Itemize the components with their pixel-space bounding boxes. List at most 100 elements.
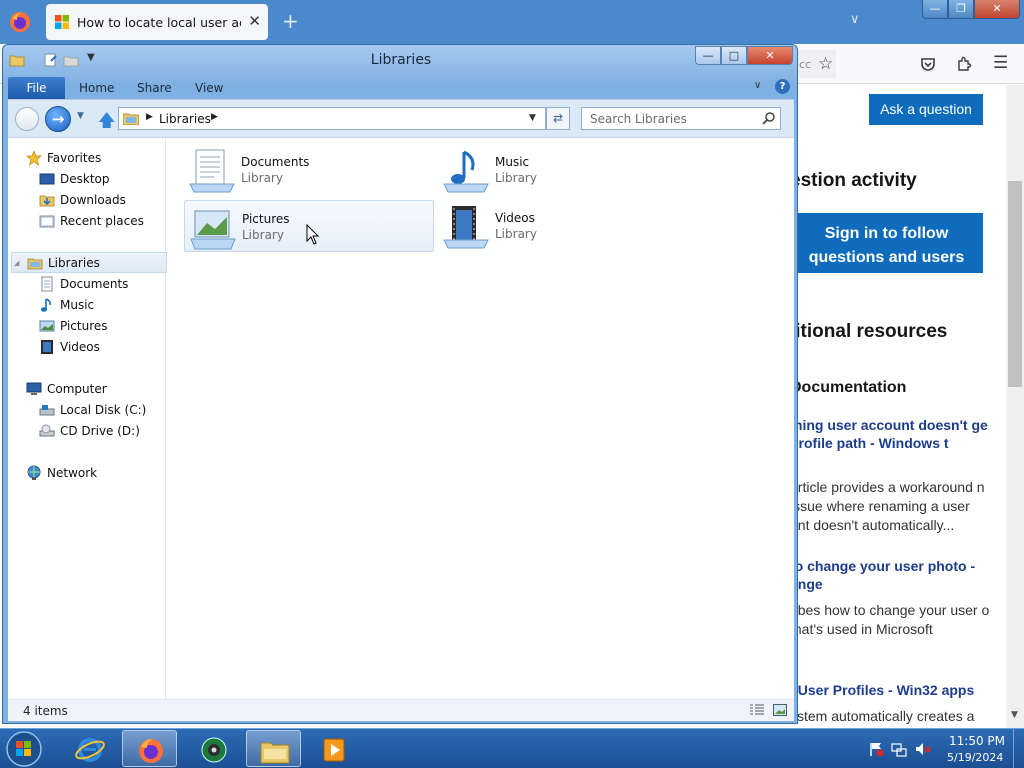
help-icon[interactable]: ? (775, 79, 790, 94)
pocket-icon[interactable] (920, 56, 936, 72)
resource-summary-3: ystem automatically creates a (790, 708, 975, 724)
status-bar: 4 items (8, 699, 794, 721)
forward-button[interactable]: → (45, 106, 71, 132)
nav-computer[interactable]: Computer (26, 379, 156, 399)
music-icon (41, 298, 51, 312)
large-icons-view-icon[interactable] (773, 704, 787, 716)
up-arrow-icon[interactable]: 🡅 (98, 108, 115, 137)
address-dropdown-chevron-icon[interactable]: ▼ (529, 113, 536, 123)
recent-locations-chevron-icon[interactable]: ▼ (77, 111, 84, 121)
nav-network[interactable]: Network (26, 463, 156, 483)
pictures-icon (39, 320, 55, 332)
videos-icon (41, 340, 53, 354)
resource-link-2[interactable]: to change your user photo - ange (790, 557, 990, 593)
system-tray: 11:50 PM 5/19/2024 (860, 729, 1024, 768)
nav-downloads[interactable]: Downloads (39, 190, 159, 210)
media-player-icon (323, 738, 345, 762)
explorer-maximize-button[interactable]: □ (721, 46, 747, 65)
explorer-title: Libraries (370, 52, 432, 68)
additional-resources-heading: litional resources (790, 321, 948, 342)
navigation-pane: Favorites Desktop Downloads Recent place… (8, 138, 167, 700)
taskbar-media-center[interactable] (186, 730, 241, 767)
nav-libraries[interactable]: ◢ Libraries (11, 252, 167, 273)
volume-muted-icon[interactable] (915, 741, 931, 757)
question-activity-heading: estion activity (790, 170, 917, 191)
taskbar: 11:50 PM 5/19/2024 (0, 728, 1024, 768)
hamburger-menu-icon[interactable]: ☰ (993, 53, 1008, 73)
clock-date[interactable]: 5/19/2024 (947, 751, 1003, 764)
recent-places-icon (39, 215, 55, 228)
nav-desktop[interactable]: Desktop (39, 169, 159, 189)
ask-question-button[interactable]: Ask a question (869, 94, 983, 125)
nav-favorites[interactable]: Favorites (26, 148, 156, 168)
back-button[interactable] (15, 107, 39, 131)
page-scrollbar[interactable]: ▼ (1006, 85, 1024, 728)
address-bar[interactable]: ▶ Libraries ▶ ▼ (118, 107, 546, 130)
nav-cd-drive[interactable]: CD Drive (D:) (39, 421, 159, 441)
desktop-icon (39, 173, 55, 185)
explorer-close-button[interactable]: ✕ (747, 46, 793, 65)
start-button[interactable] (3, 729, 45, 768)
nav-documents[interactable]: Documents (39, 274, 159, 294)
taskbar-internet-explorer[interactable] (62, 730, 117, 767)
resource-summary-1: article provides a workaround n issue wh… (790, 479, 985, 533)
resource-link-3[interactable]: l User Profiles - Win32 apps (790, 681, 990, 699)
tab-title: How to locate local user accour (77, 15, 241, 30)
network-icon (27, 465, 41, 480)
taskbar-firefox[interactable] (122, 730, 177, 767)
internet-explorer-icon (75, 738, 105, 762)
clock-time[interactable]: 11:50 PM (949, 734, 1005, 748)
tab-file[interactable]: File (8, 77, 65, 99)
search-box[interactable] (581, 107, 781, 130)
show-desktop-button[interactable] (1013, 729, 1024, 768)
nav-recent-places[interactable]: Recent places (39, 211, 159, 231)
taskbar-media-player[interactable] (306, 730, 361, 767)
documentation-heading: Documentation (790, 379, 907, 396)
tab-share[interactable]: Share (137, 81, 172, 95)
firefox-icon[interactable] (9, 11, 31, 33)
hard-drive-icon (39, 405, 55, 416)
library-item-music[interactable]: Music Library (438, 144, 688, 196)
browser-tab[interactable]: How to locate local user accour ✕ (46, 4, 268, 40)
expand-ribbon-chevron-icon[interactable]: ∨ (754, 80, 761, 91)
breadcrumb-libraries[interactable]: Libraries (159, 112, 211, 126)
nav-pictures[interactable]: Pictures (39, 316, 159, 336)
explorer-minimize-button[interactable]: — (695, 46, 721, 65)
tab-close-icon[interactable]: ✕ (248, 12, 261, 30)
scroll-down-arrow-icon[interactable]: ▼ (1011, 710, 1018, 720)
refresh-button[interactable]: ⇄ (546, 107, 570, 130)
scrollbar-thumb[interactable] (1008, 181, 1022, 387)
breadcrumb-arrow-icon[interactable]: ▶ (211, 112, 218, 122)
extensions-icon[interactable] (956, 56, 972, 72)
library-item-videos[interactable]: Videos Library (438, 200, 688, 252)
bookmark-star-icon[interactable]: ☆ (818, 54, 833, 74)
libraries-icon (123, 113, 139, 125)
list-tabs-chevron-icon[interactable]: ∨ (850, 12, 860, 27)
nav-videos[interactable]: Videos (39, 337, 159, 357)
browser-minimize-button[interactable]: — (922, 0, 948, 19)
nav-local-disk[interactable]: Local Disk (C:) (39, 400, 159, 420)
network-status-icon[interactable] (891, 741, 907, 757)
taskbar-file-explorer[interactable] (246, 730, 301, 767)
search-input[interactable] (582, 108, 758, 129)
items-view: Documents Library Music Library Pictures… (168, 138, 794, 700)
new-tab-button[interactable]: + (282, 9, 299, 33)
tab-view[interactable]: View (195, 81, 223, 95)
action-center-flag-icon[interactable] (868, 741, 884, 757)
breadcrumb-arrow-icon[interactable]: ▶ (146, 112, 153, 122)
nav-music[interactable]: Music (39, 295, 159, 315)
libraries-icon (27, 258, 43, 270)
microsoft-logo-icon (55, 15, 69, 29)
resource-link-1[interactable]: ming user account doesn't ge profile pat… (790, 416, 990, 452)
expander-open-icon[interactable]: ◢ (14, 259, 19, 267)
browser-restore-button[interactable]: ❐ (948, 0, 974, 19)
details-view-icon[interactable] (750, 704, 764, 716)
media-center-icon (201, 737, 227, 763)
computer-icon (26, 382, 42, 395)
tab-home[interactable]: Home (79, 81, 114, 95)
sign-in-follow-button[interactable]: Sign in to follow questions and users (790, 213, 983, 273)
browser-close-button[interactable]: ✕ (974, 0, 1020, 19)
mouse-cursor-icon (306, 224, 320, 245)
search-icon[interactable] (762, 111, 776, 125)
library-item-documents[interactable]: Documents Library (184, 144, 434, 196)
